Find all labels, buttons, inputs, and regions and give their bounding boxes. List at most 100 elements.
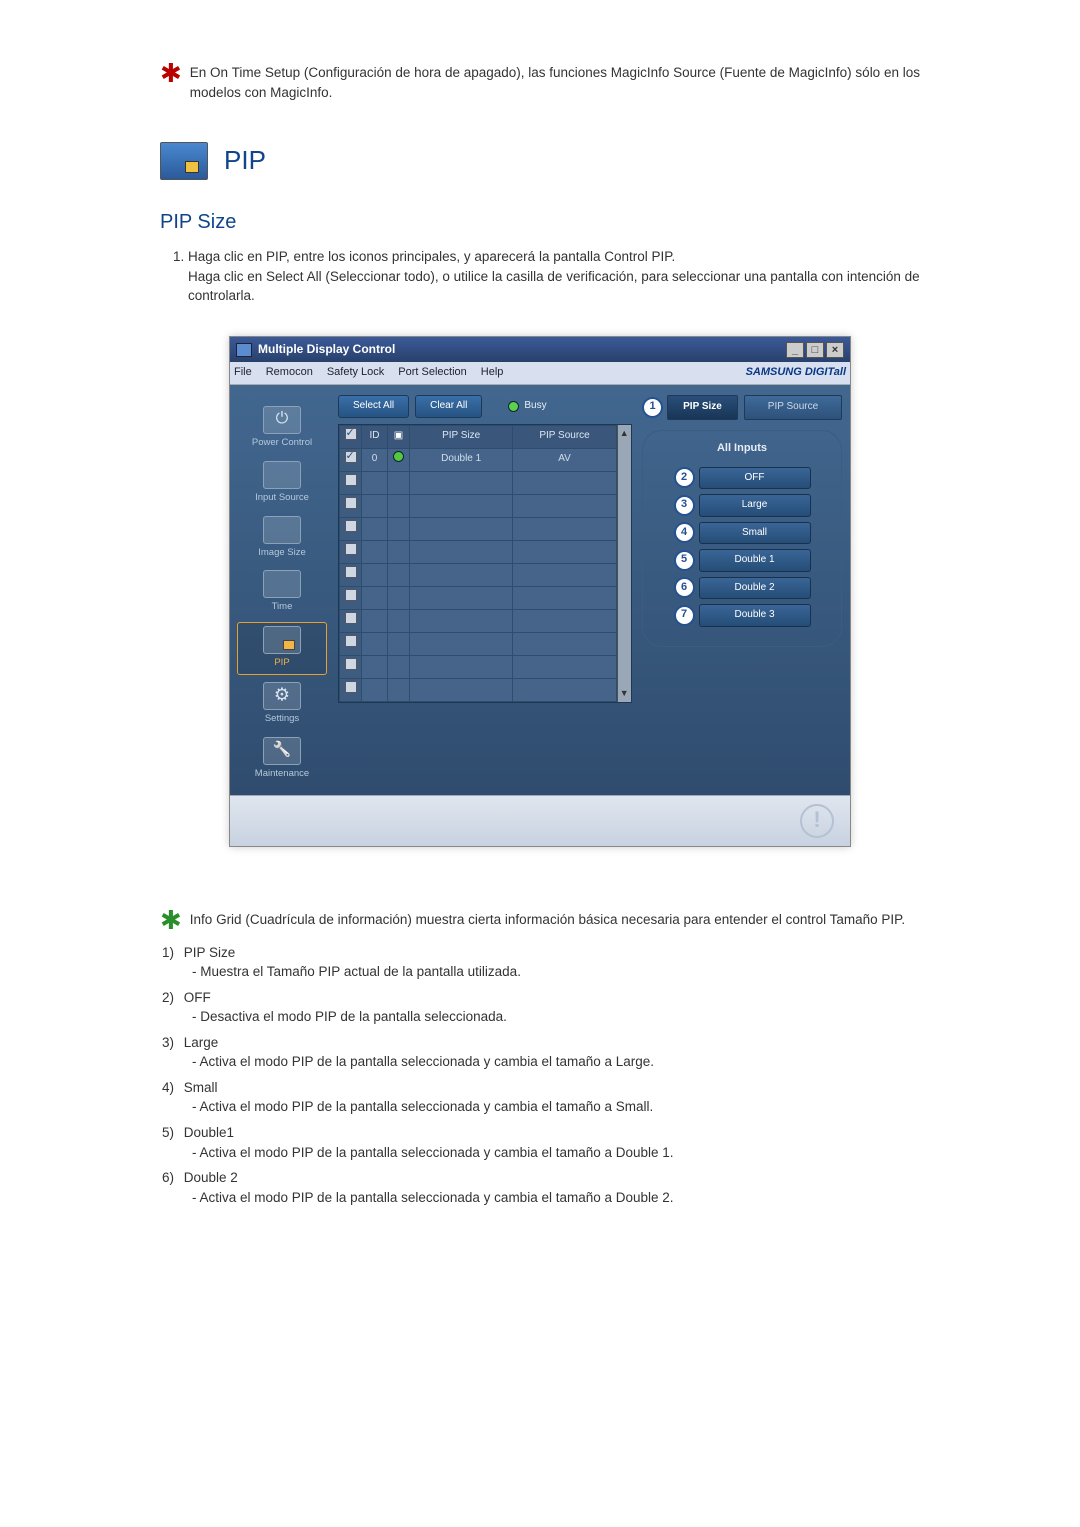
sidebar-label: Time bbox=[238, 600, 326, 614]
col-status[interactable]: ▣ bbox=[388, 425, 410, 448]
row-checkbox[interactable] bbox=[345, 658, 357, 670]
list-item: 5) Double1 - Activa el modo PIP de la pa… bbox=[162, 1123, 920, 1162]
asterisk-icon: ✱ bbox=[160, 60, 182, 102]
badge-1: 1 bbox=[642, 397, 663, 418]
control-panel: 1 PIP Size PIP Source All Inputs 2 OFF 3 bbox=[642, 395, 842, 784]
item-desc: - Muestra el Tamaño PIP actual de la pan… bbox=[192, 962, 920, 982]
busy-indicator: Busy bbox=[508, 399, 546, 414]
item-number: 1) bbox=[162, 943, 180, 963]
badge-2: 2 bbox=[674, 467, 695, 488]
pip-sidebar-icon bbox=[263, 626, 301, 654]
sidebar-item-time[interactable]: Time bbox=[238, 567, 326, 618]
sidebar-label: PIP bbox=[238, 656, 326, 670]
image-size-icon bbox=[263, 516, 301, 544]
select-all-button[interactable]: Select All bbox=[338, 395, 409, 418]
sidebar-label: Maintenance bbox=[238, 767, 326, 781]
sidebar-item-maintenance[interactable]: Maintenance bbox=[238, 734, 326, 785]
info-grid: ID ▣ PIP Size PIP Source 0 Double 1 AV bbox=[339, 425, 617, 702]
row-checkbox[interactable] bbox=[345, 612, 357, 624]
col-id[interactable]: ID bbox=[362, 425, 388, 448]
section-title: PIP bbox=[224, 142, 266, 180]
row-checkbox[interactable] bbox=[345, 474, 357, 486]
sidebar-item-settings[interactable]: Settings bbox=[238, 679, 326, 730]
clear-all-button[interactable]: Clear All bbox=[415, 395, 482, 418]
top-note: ✱ En On Time Setup (Configuración de hor… bbox=[160, 60, 920, 102]
sidebar-label: Image Size bbox=[238, 546, 326, 560]
sidebar-item-input-source[interactable]: Input Source bbox=[238, 458, 326, 509]
item-number: 5) bbox=[162, 1123, 180, 1143]
gear-icon bbox=[263, 682, 301, 710]
table-row bbox=[340, 609, 617, 632]
col-pip-size[interactable]: PIP Size bbox=[410, 425, 513, 448]
app-icon bbox=[236, 343, 252, 357]
badge-6: 6 bbox=[674, 577, 695, 598]
list-item: 4) Small - Activa el modo PIP de la pant… bbox=[162, 1078, 920, 1117]
badge-4: 4 bbox=[674, 522, 695, 543]
row-checkbox[interactable] bbox=[345, 497, 357, 509]
brand-label: SAMSUNG DIGITall bbox=[746, 365, 846, 381]
item-number: 6) bbox=[162, 1168, 180, 1188]
menu-remocon[interactable]: Remocon bbox=[266, 365, 313, 381]
badge-5: 5 bbox=[674, 550, 695, 571]
tab-pip-source[interactable]: PIP Source bbox=[744, 395, 842, 420]
tab-pip-size[interactable]: PIP Size bbox=[667, 395, 738, 420]
app-window: Multiple Display Control _ □ × File Remo… bbox=[229, 336, 851, 847]
minimize-button[interactable]: _ bbox=[786, 342, 804, 358]
status-strip: ! bbox=[230, 795, 850, 846]
item-title: PIP Size bbox=[184, 945, 236, 960]
table-row bbox=[340, 586, 617, 609]
item-title: Small bbox=[184, 1080, 218, 1095]
menu-file[interactable]: File bbox=[234, 365, 252, 381]
row-checkbox[interactable] bbox=[345, 451, 357, 463]
busy-dot-icon bbox=[508, 401, 519, 412]
option-double-2[interactable]: Double 2 bbox=[699, 577, 811, 600]
item-title: Large bbox=[184, 1035, 219, 1050]
item-title: OFF bbox=[184, 990, 211, 1005]
intro-line-1a: Haga clic en PIP, entre los iconos princ… bbox=[188, 249, 675, 264]
option-double-3[interactable]: Double 3 bbox=[699, 604, 811, 627]
table-row bbox=[340, 471, 617, 494]
option-large[interactable]: Large bbox=[699, 494, 811, 517]
row-checkbox[interactable] bbox=[345, 520, 357, 532]
option-small[interactable]: Small bbox=[699, 522, 811, 545]
row-checkbox[interactable] bbox=[345, 543, 357, 555]
item-number: 2) bbox=[162, 988, 180, 1008]
checkbox-icon bbox=[345, 428, 357, 440]
col-checkbox[interactable] bbox=[340, 425, 362, 448]
table-row bbox=[340, 632, 617, 655]
time-icon bbox=[263, 570, 301, 598]
menu-port-selection[interactable]: Port Selection bbox=[398, 365, 466, 381]
grid-scrollbar[interactable] bbox=[617, 425, 631, 702]
item-desc: - Activa el modo PIP de la pantalla sele… bbox=[192, 1143, 920, 1163]
input-source-icon bbox=[263, 461, 301, 489]
row-checkbox[interactable] bbox=[345, 681, 357, 693]
sidebar-item-image-size[interactable]: Image Size bbox=[238, 513, 326, 564]
explanation-list: 1) PIP Size - Muestra el Tamaño PIP actu… bbox=[162, 943, 920, 1208]
sidebar-label: Input Source bbox=[238, 491, 326, 505]
row-checkbox[interactable] bbox=[345, 566, 357, 578]
sidebar-label: Settings bbox=[238, 712, 326, 726]
wrench-icon bbox=[263, 737, 301, 765]
intro-list: Haga clic en PIP, entre los iconos princ… bbox=[160, 247, 920, 306]
warning-icon: ! bbox=[800, 804, 834, 838]
top-note-text: En On Time Setup (Configuración de hora … bbox=[190, 60, 920, 102]
col-pip-source[interactable]: PIP Source bbox=[513, 425, 616, 448]
close-button[interactable]: × bbox=[826, 342, 844, 358]
option-double-1[interactable]: Double 1 bbox=[699, 549, 811, 572]
menu-safety-lock[interactable]: Safety Lock bbox=[327, 365, 384, 381]
menu-help[interactable]: Help bbox=[481, 365, 504, 381]
busy-label: Busy bbox=[524, 399, 546, 414]
item-title: Double 2 bbox=[184, 1170, 238, 1185]
row-checkbox[interactable] bbox=[345, 635, 357, 647]
maximize-button[interactable]: □ bbox=[806, 342, 824, 358]
cell-pip-size: Double 1 bbox=[410, 448, 513, 471]
status-dot-icon bbox=[393, 451, 404, 462]
option-off[interactable]: OFF bbox=[699, 467, 811, 490]
badge-7: 7 bbox=[674, 605, 695, 626]
table-row[interactable]: 0 Double 1 AV bbox=[340, 448, 617, 471]
item-number: 3) bbox=[162, 1033, 180, 1053]
sidebar-item-power-control[interactable]: Power Control bbox=[238, 403, 326, 454]
row-checkbox[interactable] bbox=[345, 589, 357, 601]
sidebar-item-pip[interactable]: PIP bbox=[237, 622, 327, 675]
intro-line-1b: Haga clic en Select All (Seleccionar tod… bbox=[188, 269, 920, 304]
